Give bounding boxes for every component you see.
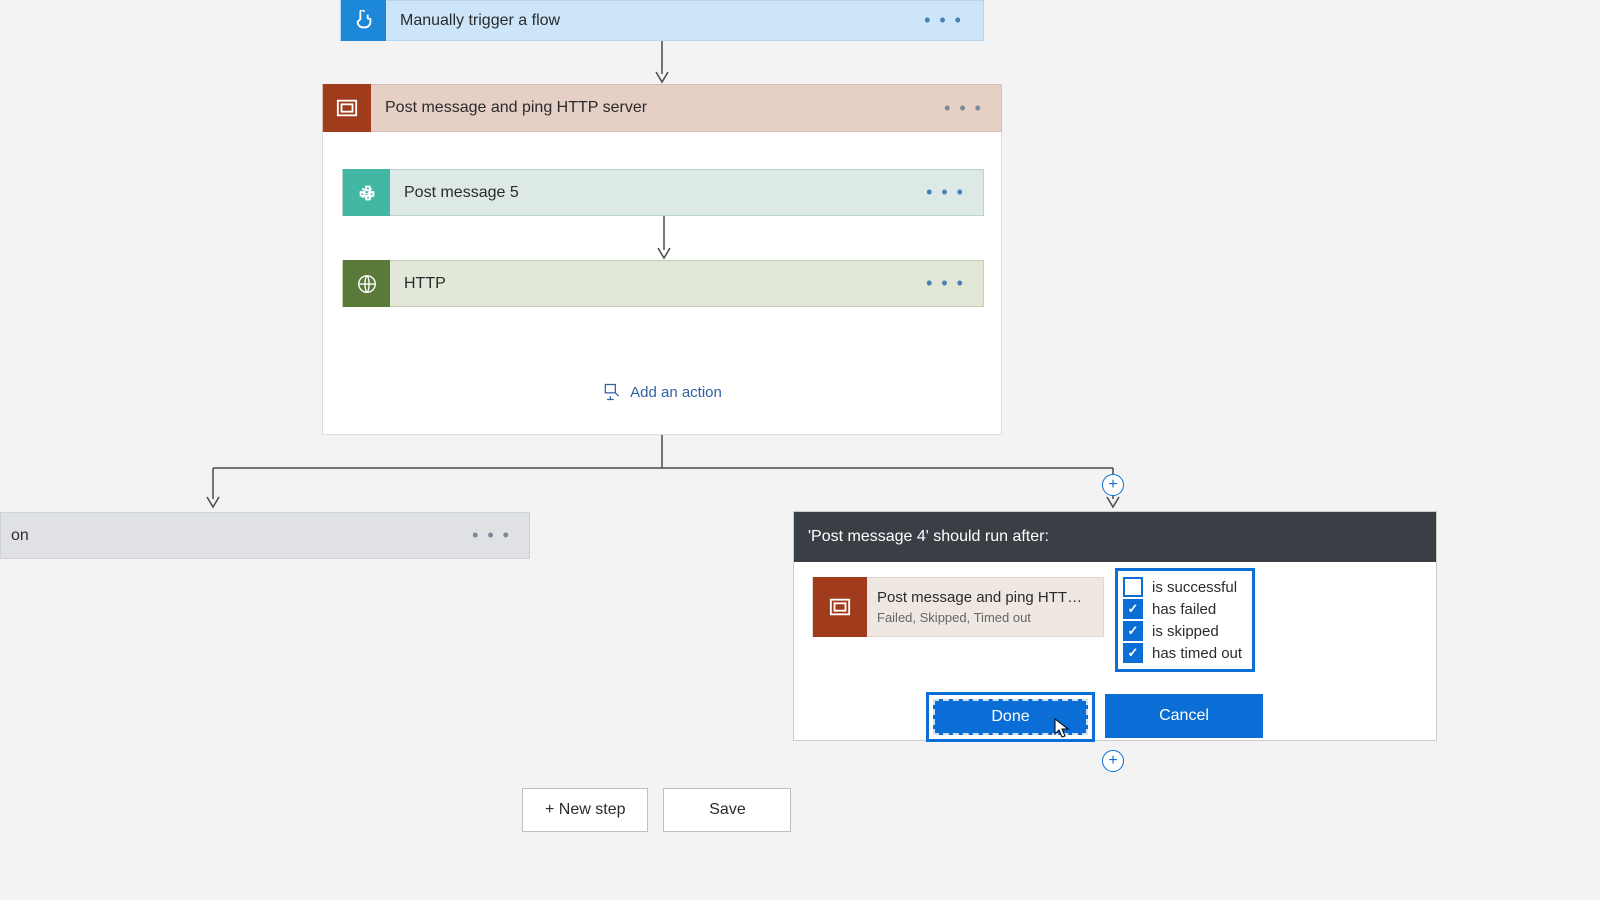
add-step-button[interactable]: +: [1102, 750, 1124, 772]
predecessor-card[interactable]: Post message and ping HTTP s... Failed, …: [812, 577, 1104, 637]
trigger-more-menu[interactable]: • • •: [924, 10, 963, 31]
connector-arrow-icon: [654, 41, 670, 84]
scope-icon: [813, 577, 867, 637]
connector-arrow-icon: [656, 216, 672, 260]
branch-connector: [200, 435, 1130, 513]
run-after-header: 'Post message 4' should run after:: [794, 512, 1436, 562]
cond-label-successful: is successful: [1152, 579, 1237, 596]
bottom-button-row: + New step Save: [522, 788, 791, 832]
left-branch-action[interactable]: on • • •: [0, 512, 530, 559]
cond-label-failed: has failed: [1152, 601, 1216, 618]
action-more-menu[interactable]: • • •: [926, 182, 965, 203]
globe-icon: [343, 260, 390, 307]
add-action-label: Add an action: [630, 384, 722, 401]
predecessor-status: Failed, Skipped, Timed out: [877, 610, 1087, 625]
action-more-menu[interactable]: • • •: [926, 273, 965, 294]
scope-icon: [323, 84, 371, 132]
checkbox-failed[interactable]: [1123, 599, 1143, 619]
action-http[interactable]: HTTP • • •: [342, 260, 984, 307]
scope-more-menu[interactable]: • • •: [944, 98, 983, 119]
done-highlight: Done: [926, 692, 1095, 742]
add-action-icon: [602, 382, 622, 402]
checkbox-successful[interactable]: [1123, 577, 1143, 597]
action-post-message-5[interactable]: # Post message 5 • • •: [342, 169, 984, 216]
cancel-button[interactable]: Cancel: [1105, 694, 1263, 738]
scope-body: # Post message 5 • • • HTTP • • • Add an…: [322, 132, 1002, 435]
manual-trigger-icon: [341, 0, 386, 41]
svg-text:#: #: [362, 183, 372, 201]
scope-header[interactable]: Post message and ping HTTP server • • •: [322, 84, 1002, 132]
predecessor-title: Post message and ping HTTP s...: [877, 589, 1087, 606]
add-branch-button[interactable]: +: [1102, 474, 1124, 496]
trigger-card[interactable]: Manually trigger a flow • • •: [340, 0, 984, 41]
run-after-conditions: is successful has failed is skipped has …: [1115, 568, 1255, 672]
save-button[interactable]: Save: [663, 788, 791, 832]
left-branch-label: on: [11, 527, 29, 545]
action-title: HTTP: [404, 275, 446, 293]
cond-label-skipped: is skipped: [1152, 623, 1219, 640]
action-title: Post message 5: [404, 184, 519, 202]
slack-icon: #: [343, 169, 390, 216]
trigger-title: Manually trigger a flow: [400, 12, 560, 30]
cond-label-timedout: has timed out: [1152, 645, 1242, 662]
checkbox-skipped[interactable]: [1123, 621, 1143, 641]
done-button[interactable]: Done: [933, 699, 1088, 735]
run-after-panel: 'Post message 4' should run after: Post …: [793, 511, 1437, 741]
action-more-menu[interactable]: • • •: [472, 525, 511, 546]
new-step-button[interactable]: + New step: [522, 788, 648, 832]
add-action-button[interactable]: Add an action: [323, 382, 1001, 402]
checkbox-timedout[interactable]: [1123, 643, 1143, 663]
scope-title: Post message and ping HTTP server: [385, 99, 647, 117]
